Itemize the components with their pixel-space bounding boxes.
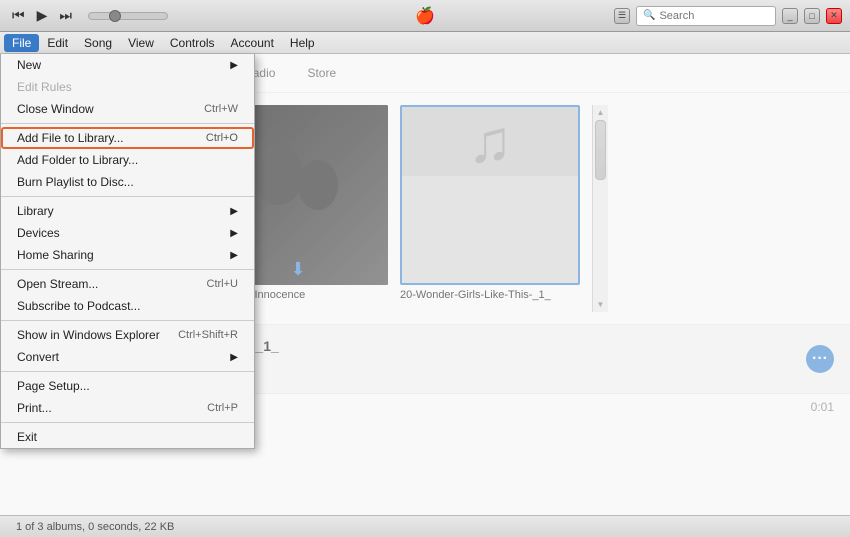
- minimize-button[interactable]: _: [782, 8, 798, 24]
- scroll-up-arrow[interactable]: ▲: [594, 105, 608, 120]
- menu-devices[interactable]: Devices ▶: [1, 222, 254, 244]
- track-duration: 0:01: [811, 400, 834, 414]
- scroll-down-arrow[interactable]: ▼: [594, 297, 608, 312]
- menu-song[interactable]: Song: [76, 34, 120, 52]
- status-bar: 1 of 3 albums, 0 seconds, 22 KB: [0, 515, 850, 537]
- separator-1: [1, 123, 254, 124]
- menu-controls[interactable]: Controls: [162, 34, 223, 52]
- play-button[interactable]: ▶: [33, 5, 52, 26]
- separator-3: [1, 269, 254, 270]
- menu-help[interactable]: Help: [282, 34, 323, 52]
- more-options-button[interactable]: ···: [806, 345, 834, 373]
- menu-close-window[interactable]: Close Window Ctrl+W: [1, 98, 254, 120]
- tab-store[interactable]: Store: [293, 62, 350, 84]
- main-area: New ▶ Edit Rules Close Window Ctrl+W Add…: [0, 54, 850, 537]
- title-bar-right: ☰ 🔍 _ □ ✕: [614, 6, 842, 26]
- menu-home-sharing[interactable]: Home Sharing ▶: [1, 244, 254, 266]
- separator-5: [1, 371, 254, 372]
- file-dropdown-menu: New ▶ Edit Rules Close Window Ctrl+W Add…: [0, 54, 255, 449]
- library-arrow-icon: ▶: [230, 206, 238, 217]
- transport-controls: ⏮ ▶ ⏭: [8, 5, 76, 26]
- unknown-album-title: 20-Wonder-Girls-Like-This-_1_: [400, 289, 580, 301]
- menu-convert[interactable]: Convert ▶: [1, 346, 254, 368]
- menu-add-folder[interactable]: Add Folder to Library...: [1, 149, 254, 171]
- title-bar-left: ⏮ ▶ ⏭: [8, 5, 174, 26]
- menu-account[interactable]: Account: [223, 34, 282, 52]
- new-arrow-icon: ▶: [230, 60, 238, 71]
- menu-open-stream[interactable]: Open Stream... Ctrl+U: [1, 273, 254, 295]
- music-note-icon: ♫: [468, 107, 513, 176]
- close-button[interactable]: ✕: [826, 8, 842, 24]
- menu-page-setup[interactable]: Page Setup...: [1, 375, 254, 397]
- menu-new[interactable]: New ▶: [1, 54, 254, 76]
- convert-arrow-icon: ▶: [230, 352, 238, 363]
- menu-file[interactable]: File: [4, 34, 39, 52]
- album-unknown[interactable]: ♫ 20-Wonder-Girls-Like-This-_1_: [400, 105, 580, 312]
- album-art-unknown: ♫: [400, 105, 580, 285]
- menu-exit[interactable]: Exit: [1, 426, 254, 448]
- rewind-button[interactable]: ⏮: [8, 5, 29, 26]
- unknown-artwork: ♫: [402, 107, 578, 176]
- u2-download-button[interactable]: ⬇: [290, 259, 305, 280]
- scroll-thumb[interactable]: [595, 120, 606, 180]
- menu-view[interactable]: View: [120, 34, 162, 52]
- menu-subscribe-podcast[interactable]: Subscribe to Podcast...: [1, 295, 254, 317]
- menu-library[interactable]: Library ▶: [1, 200, 254, 222]
- home-sharing-arrow-icon: ▶: [230, 250, 238, 261]
- separator-4: [1, 320, 254, 321]
- menu-show-explorer[interactable]: Show in Windows Explorer Ctrl+Shift+R: [1, 324, 254, 346]
- separator-2: [1, 196, 254, 197]
- scrollbar[interactable]: ▲ ▼: [592, 105, 608, 312]
- menu-print[interactable]: Print... Ctrl+P: [1, 397, 254, 419]
- progress-thumb: [109, 10, 121, 22]
- maximize-button[interactable]: □: [804, 8, 820, 24]
- status-text: 1 of 3 albums, 0 seconds, 22 KB: [16, 521, 174, 533]
- list-view-button[interactable]: ☰: [614, 8, 630, 24]
- apple-logo: 🍎: [415, 6, 435, 26]
- scroll-track: [593, 120, 608, 297]
- menu-edit[interactable]: Edit: [39, 34, 76, 52]
- separator-6: [1, 422, 254, 423]
- fastforward-button[interactable]: ⏭: [55, 5, 76, 26]
- devices-arrow-icon: ▶: [230, 228, 238, 239]
- menu-add-file[interactable]: Add File to Library... Ctrl+O: [1, 127, 254, 149]
- search-icon: 🔍: [643, 10, 655, 21]
- search-box[interactable]: 🔍: [636, 6, 776, 26]
- menu-bar: File Edit Song View Controls Account Hel…: [0, 32, 850, 54]
- progress-bar[interactable]: [88, 12, 168, 20]
- title-bar: ⏮ ▶ ⏭ 🍎 ☰ 🔍 _ □ ✕: [0, 0, 850, 32]
- menu-burn-playlist[interactable]: Burn Playlist to Disc...: [1, 171, 254, 193]
- search-input[interactable]: [659, 10, 769, 22]
- menu-edit-rules: Edit Rules: [1, 76, 254, 98]
